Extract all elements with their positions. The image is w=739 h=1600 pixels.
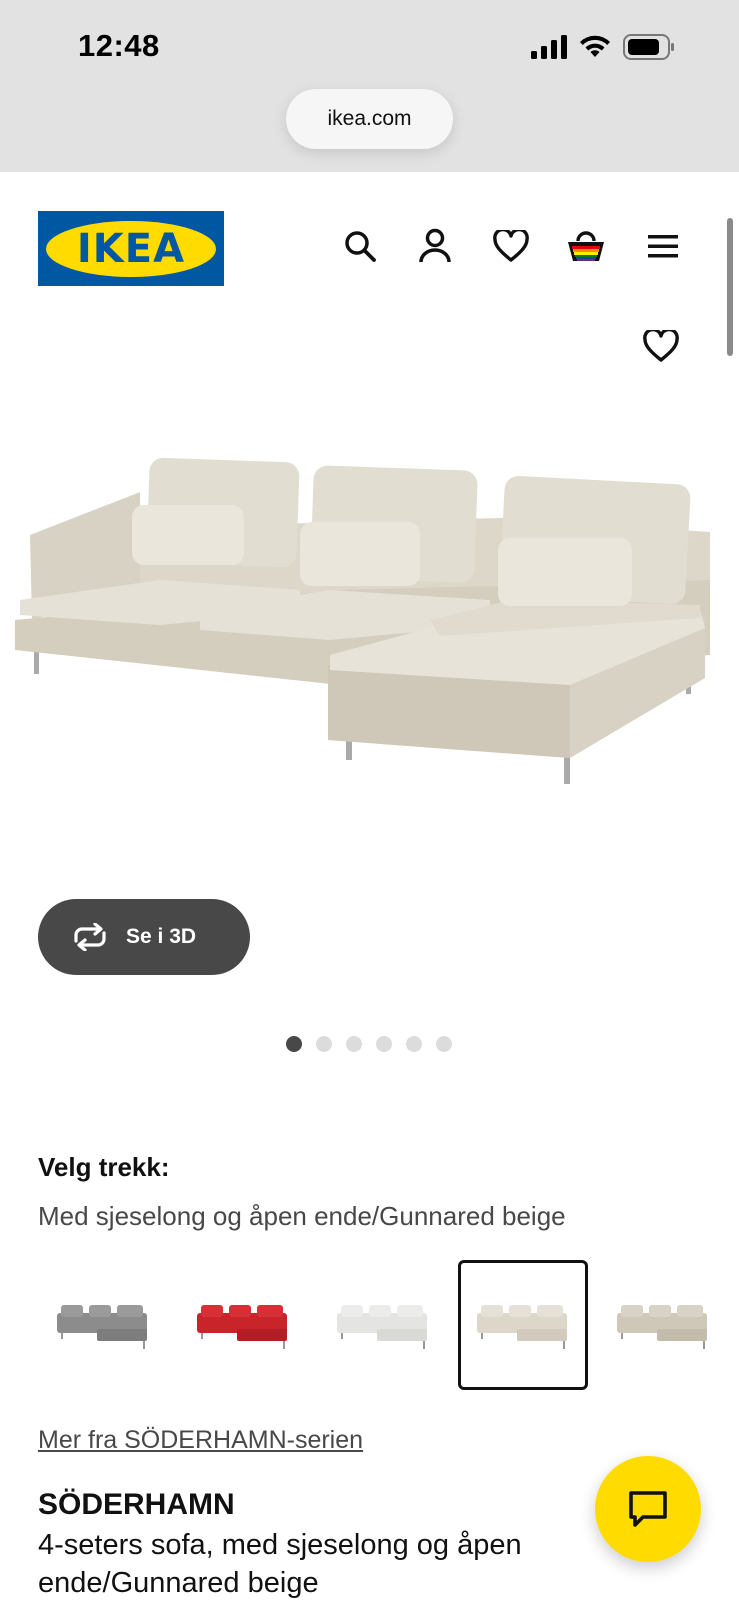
series-link[interactable]: Mer fra SÖDERHAMN-serien	[38, 1426, 363, 1455]
cover-swatches	[38, 1260, 739, 1392]
carousel-dot[interactable]	[406, 1036, 422, 1052]
carousel-dot[interactable]	[376, 1036, 392, 1052]
cover-swatch-light-grey[interactable]	[318, 1260, 448, 1390]
status-icons	[531, 34, 675, 60]
chat-icon	[629, 1491, 667, 1527]
carousel-dot[interactable]	[316, 1036, 332, 1052]
site-header: IKEA	[0, 172, 739, 292]
heart-icon[interactable]	[491, 226, 531, 266]
cover-swatch-grey[interactable]	[38, 1260, 168, 1390]
cart-icon[interactable]	[566, 226, 606, 266]
carousel-dot[interactable]	[286, 1036, 302, 1052]
chat-button[interactable]	[595, 1456, 701, 1562]
rotate-icon	[74, 923, 106, 951]
carousel-dot[interactable]	[436, 1036, 452, 1052]
signal-icon	[531, 35, 567, 59]
url-text: ikea.com	[327, 107, 412, 130]
image-carousel-dots	[286, 1036, 452, 1052]
choose-cover-value: Med sjeselong og åpen ende/Gunnared beig…	[38, 1201, 566, 1231]
search-icon[interactable]	[340, 226, 380, 266]
status-bar: 12:48 ikea.com	[0, 0, 739, 172]
product-description: 4-seters sofa, med sjeselong og åpen end…	[38, 1529, 522, 1599]
ikea-logo[interactable]: IKEA	[38, 211, 224, 286]
save-favourite-heart-icon[interactable]	[643, 327, 683, 370]
product-image[interactable]	[10, 440, 730, 830]
carousel-dot[interactable]	[346, 1036, 362, 1052]
cover-swatch-beige-selected[interactable]	[458, 1260, 588, 1390]
cover-swatch-red[interactable]	[178, 1260, 308, 1390]
logo-oval: IKEA	[46, 220, 216, 277]
view-3d-button[interactable]: Se i 3D	[38, 899, 250, 975]
status-time: 12:48	[78, 28, 160, 63]
product-name: SÖDERHAMN	[38, 1488, 235, 1521]
account-icon[interactable]	[415, 226, 455, 266]
choose-cover-label: Velg trekk:	[38, 1152, 170, 1182]
logo-text: IKEA	[76, 225, 186, 272]
url-bar[interactable]: ikea.com	[286, 89, 453, 149]
view-3d-label: Se i 3D	[126, 925, 197, 948]
cover-swatch-dark-beige[interactable]	[598, 1260, 728, 1390]
menu-icon[interactable]	[643, 226, 683, 266]
battery-icon	[623, 34, 674, 60]
wifi-icon	[580, 35, 610, 57]
page-scrollbar[interactable]	[727, 218, 733, 356]
